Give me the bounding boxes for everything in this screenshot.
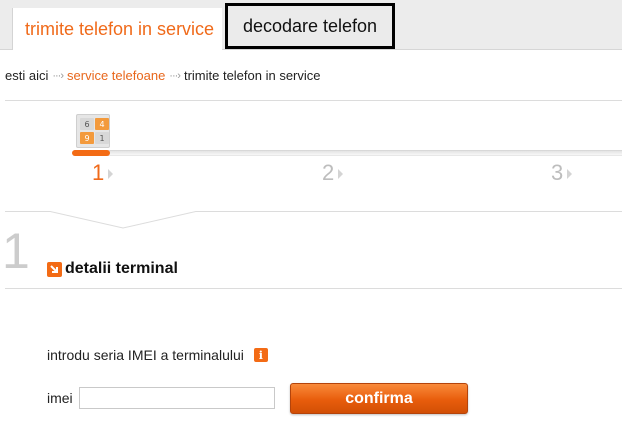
progress-step-2: 2 <box>322 160 344 186</box>
imei-input[interactable] <box>79 387 275 409</box>
tab-label: trimite telefon in service <box>25 18 215 39</box>
breadcrumb: esti aici ···› service telefoane ···› tr… <box>5 68 321 83</box>
tab-trimite-telefon-in-service[interactable]: trimite telefon in service <box>12 8 223 50</box>
confirm-button[interactable]: confirma <box>290 383 468 414</box>
dotted-arrow-icon: ···› <box>52 69 64 82</box>
tab-decodare-telefon[interactable]: decodare telefon <box>225 3 395 49</box>
imei-instruction: introdu seria IMEI a terminalului i <box>47 347 268 363</box>
divider <box>5 100 622 101</box>
keypad-cell: 9 <box>80 132 94 144</box>
keypad-cell: 1 <box>95 132 109 144</box>
chevron-right-icon <box>108 169 114 179</box>
breadcrumb-home: esti aici <box>5 68 49 83</box>
breadcrumb-current: trimite telefon in service <box>183 68 321 83</box>
chevron-right-icon <box>567 169 573 179</box>
progress-track <box>74 150 622 156</box>
progress-fill <box>72 150 110 156</box>
info-icon[interactable]: i <box>253 348 268 362</box>
arrow-down-right-icon <box>47 261 62 277</box>
section-number: 1 <box>2 223 30 279</box>
step-number: 2 <box>322 160 335 185</box>
tab-bar: trimite telefon in service decodare tele… <box>0 0 622 50</box>
tab-label: decodare telefon <box>242 15 378 36</box>
divider <box>5 288 622 289</box>
imei-field-label: imei <box>47 390 73 406</box>
section-title-text: detalii terminal <box>65 260 178 277</box>
keypad-cell: 6 <box>80 118 94 130</box>
step-number: 1 <box>92 160 105 185</box>
keypad-cell: 4 <box>95 118 109 130</box>
progress-step-3: 3 <box>551 160 573 186</box>
keypad-icon: 6 4 9 1 <box>76 114 110 148</box>
step-number: 3 <box>551 160 564 185</box>
section-title: detalii terminal <box>47 260 178 278</box>
dotted-arrow-icon: ···› <box>169 69 181 82</box>
imei-instruction-text: introdu seria IMEI a terminalului <box>47 347 244 363</box>
breadcrumb-link-service-telefoane[interactable]: service telefoane <box>67 68 165 83</box>
progress-step-1: 1 <box>92 160 114 186</box>
section-notch <box>48 211 198 229</box>
chevron-right-icon <box>338 169 344 179</box>
